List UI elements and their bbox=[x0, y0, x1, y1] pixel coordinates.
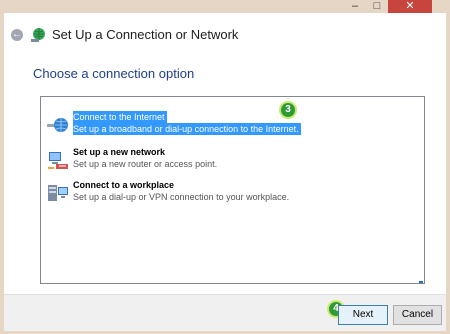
router-network-icon bbox=[48, 152, 68, 169]
window-title: Set Up a Connection or Network bbox=[52, 27, 239, 42]
connection-wizard-window: – □ ✕ ← Set Up a Connection or Network C… bbox=[0, 0, 450, 334]
option-title: Connect to a workplace bbox=[73, 180, 175, 190]
resize-grip[interactable] bbox=[419, 281, 423, 283]
option-title: Connect to the Internet bbox=[73, 111, 167, 123]
option-title: Set up a new network bbox=[73, 147, 166, 157]
option-connect-workplace[interactable]: Connect to a workplace Set up a dial-up … bbox=[41, 177, 424, 211]
option-description: Set up a broadband or dial-up connection… bbox=[73, 123, 301, 135]
network-globe-icon bbox=[31, 28, 45, 42]
connection-options-list[interactable]: Connect to the Internet Set up a broadba… bbox=[40, 96, 425, 284]
next-button[interactable]: Next bbox=[338, 305, 388, 325]
option-new-network[interactable]: Set up a new network Set up a new router… bbox=[41, 144, 424, 178]
maximize-button[interactable]: □ bbox=[366, 0, 388, 13]
minimize-button[interactable]: – bbox=[344, 0, 366, 13]
globe-connection-icon bbox=[47, 118, 68, 132]
title-bar[interactable]: – □ ✕ bbox=[0, 0, 450, 13]
option-connect-internet[interactable]: Connect to the Internet Set up a broadba… bbox=[41, 109, 424, 143]
close-button[interactable]: ✕ bbox=[388, 0, 432, 13]
page-heading: Choose a connection option bbox=[33, 66, 195, 81]
wizard-header: ← Set Up a Connection or Network bbox=[4, 13, 446, 59]
step-3-badge: 3 bbox=[281, 103, 295, 117]
option-description: Set up a new router or access point. bbox=[73, 159, 218, 169]
option-description: Set up a dial-up or VPN connection to yo… bbox=[73, 192, 290, 202]
wizard-footer: 4 Next Cancel bbox=[4, 294, 446, 331]
back-arrow-icon[interactable]: ← bbox=[11, 29, 23, 41]
workplace-computer-icon bbox=[48, 185, 68, 201]
cancel-button[interactable]: Cancel bbox=[393, 305, 442, 325]
